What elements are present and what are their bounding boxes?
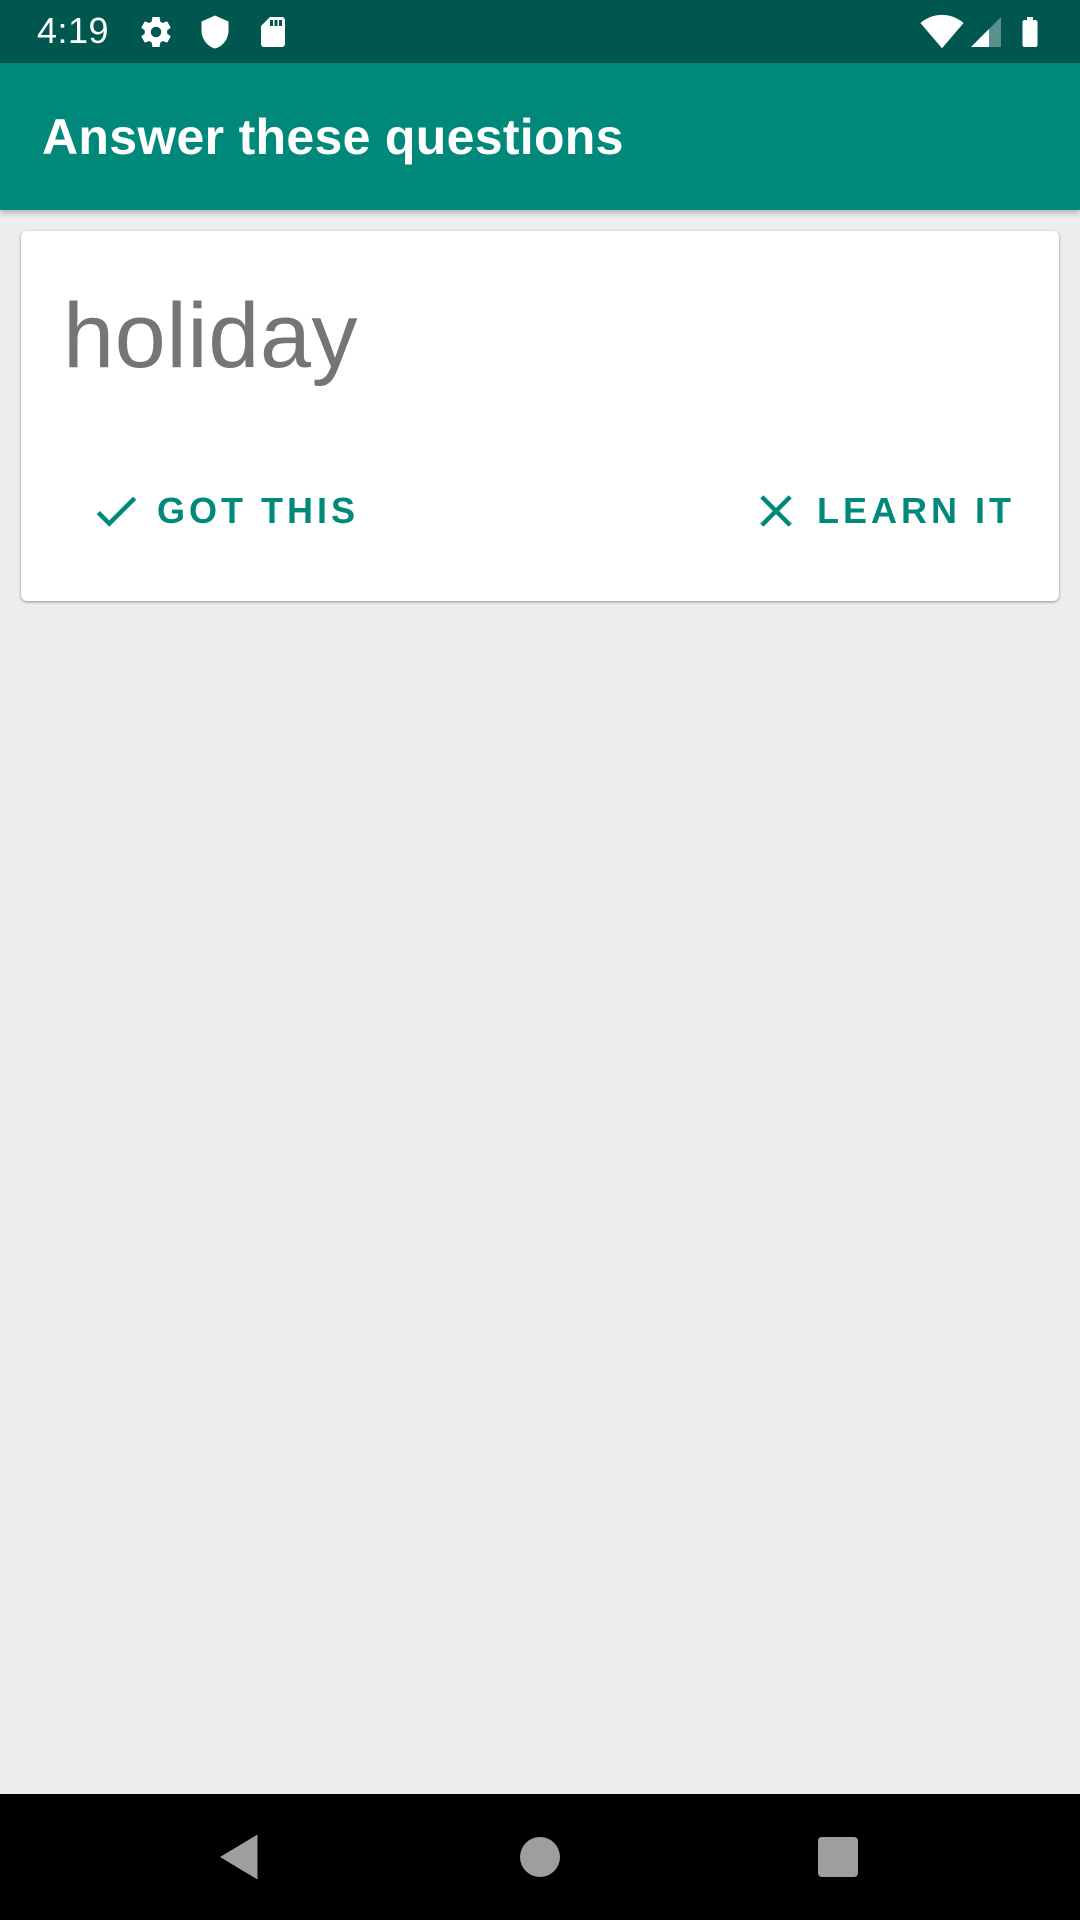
back-icon[interactable]	[210, 1827, 270, 1887]
home-icon[interactable]	[510, 1827, 570, 1887]
navigation-bar	[0, 1794, 1080, 1920]
learn-it-label: LEARN IT	[817, 490, 1015, 531]
status-bar: 4:19	[0, 0, 1080, 63]
battery-icon	[1012, 14, 1048, 50]
sd-card-icon	[255, 14, 291, 50]
app-bar: Answer these questions	[0, 63, 1080, 210]
recents-icon[interactable]	[808, 1827, 868, 1887]
got-this-label: GOT THIS	[157, 490, 359, 531]
page-title: Answer these questions	[42, 109, 624, 165]
screen: 4:19 Answer these questions holiday GOT …	[0, 0, 1080, 1920]
signal-icon	[968, 14, 1004, 50]
question-word: holiday	[63, 285, 359, 387]
gear-icon	[138, 14, 174, 50]
check-icon	[89, 484, 143, 538]
status-time: 4:19	[37, 10, 110, 51]
shield-icon	[197, 14, 233, 50]
wifi-icon	[920, 14, 964, 50]
got-this-button[interactable]: GOT THIS	[89, 471, 359, 551]
close-icon	[749, 484, 803, 538]
question-card: holiday GOT THIS LEARN IT	[21, 231, 1059, 601]
learn-it-button[interactable]: LEARN IT	[749, 471, 1015, 551]
